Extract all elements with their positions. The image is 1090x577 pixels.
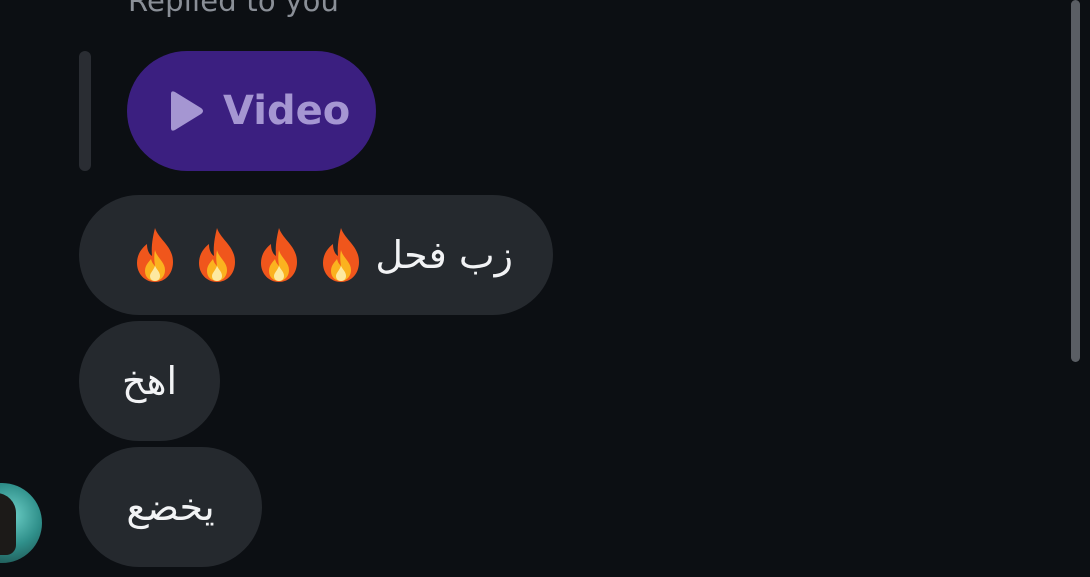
message-text: يخضع: [126, 485, 215, 529]
fire-emoji-icon: [191, 226, 243, 284]
message-text: زب فحل: [375, 233, 513, 277]
emoji-group: [119, 226, 367, 284]
message-bubble[interactable]: اهخ: [79, 321, 220, 441]
sender-avatar[interactable]: [0, 483, 42, 563]
chat-thread: Replied to you Video زب فحل اهخ يخضع: [0, 0, 1090, 577]
play-icon: [165, 90, 205, 132]
message-text: اهخ: [121, 359, 178, 403]
avatar-photo: [0, 493, 16, 555]
video-label: Video: [223, 88, 351, 134]
replied-video-attachment[interactable]: Video: [127, 51, 376, 171]
fire-emoji-icon: [129, 226, 181, 284]
message-bubble[interactable]: زب فحل: [79, 195, 553, 315]
message-bubble[interactable]: يخضع: [79, 447, 262, 567]
reply-caption: Replied to you: [128, 0, 340, 18]
fire-emoji-icon: [315, 226, 367, 284]
fire-emoji-icon: [253, 226, 305, 284]
reply-quote-bar: [79, 51, 91, 171]
scrollbar-thumb[interactable]: [1071, 0, 1080, 362]
